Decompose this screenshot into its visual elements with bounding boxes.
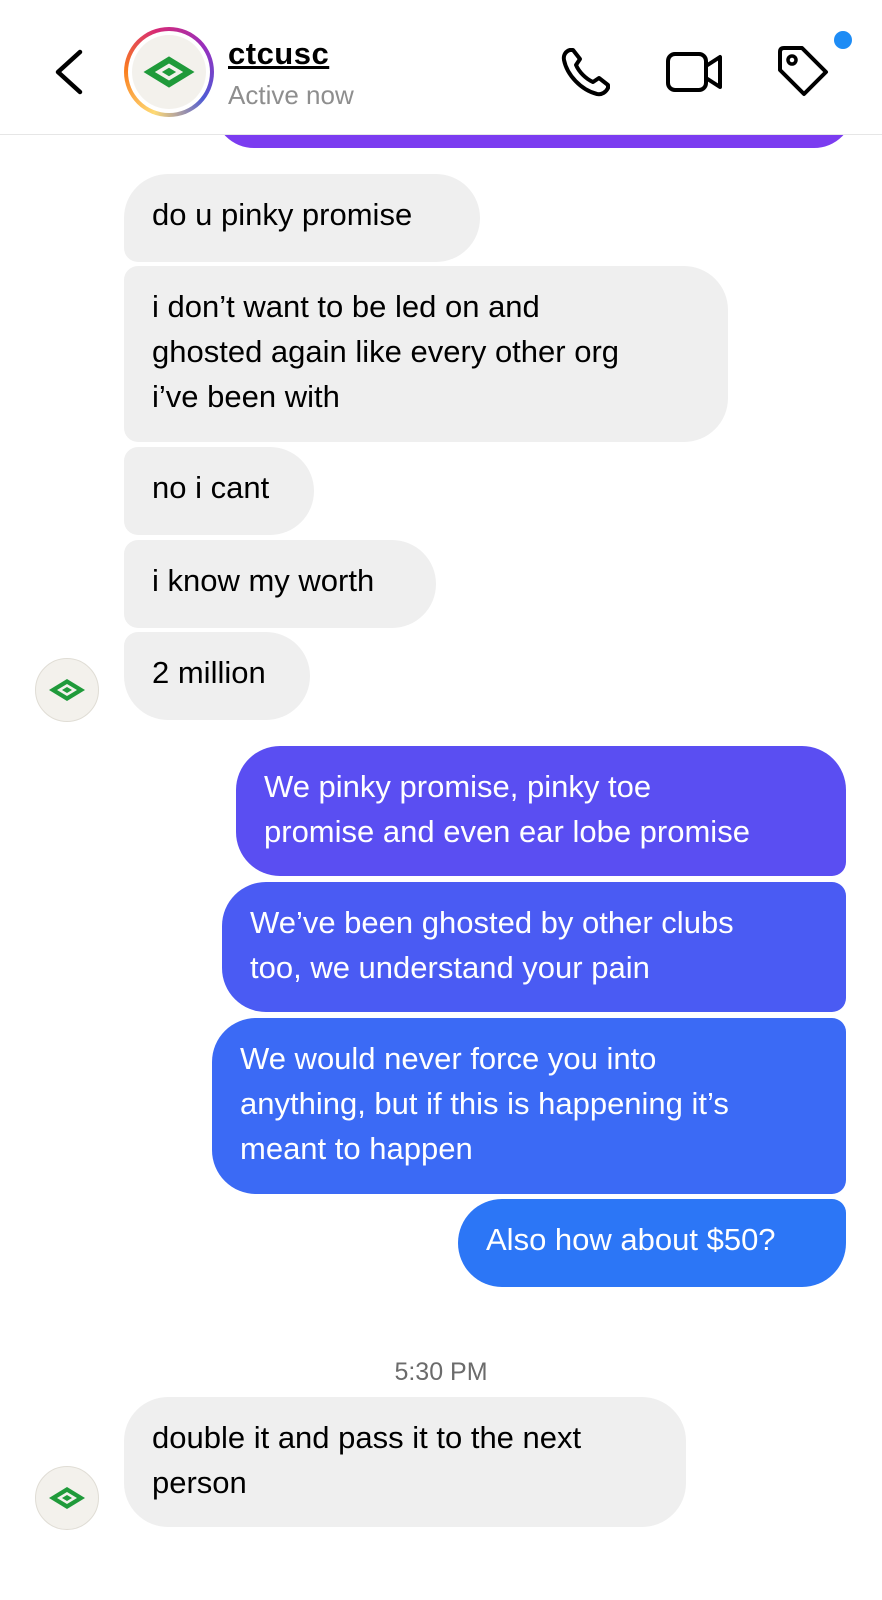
tag-icon xyxy=(778,46,828,96)
sender-avatar[interactable] xyxy=(35,1466,99,1530)
message-bubble-incoming[interactable]: i know my worth xyxy=(124,540,436,628)
message-bubble-outgoing[interactable]: We’ve been ghosted by other clubs too, w… xyxy=(222,882,846,1012)
active-status: Active now xyxy=(228,80,354,110)
message-bubble-incoming[interactable]: i don’t want to be led on and ghosted ag… xyxy=(124,266,728,442)
sender-avatar[interactable] xyxy=(35,658,99,722)
tag-button[interactable] xyxy=(772,42,832,102)
profile-avatar[interactable] xyxy=(124,27,214,117)
chat-thread: do u pinky promise i don’t want to be le… xyxy=(0,0,882,1600)
message-timestamp: 5:30 PM xyxy=(394,1358,488,1386)
message-bubble-outgoing[interactable]: We pinky promise, pinky toe promise and … xyxy=(236,746,846,876)
ctc-logo-icon xyxy=(49,679,85,701)
chevron-left-icon xyxy=(55,49,83,95)
video-camera-icon xyxy=(666,52,722,92)
phone-icon xyxy=(561,48,610,97)
chat-username[interactable]: ctcusc xyxy=(228,36,329,72)
back-button[interactable] xyxy=(50,42,90,102)
message-bubble-incoming[interactable]: do u pinky promise xyxy=(124,174,480,262)
ctc-logo-icon xyxy=(143,56,195,88)
call-button[interactable] xyxy=(556,42,616,102)
message-bubble-incoming[interactable]: double it and pass it to the next person xyxy=(124,1397,686,1527)
message-bubble-incoming[interactable]: 2 million xyxy=(124,632,310,720)
chat-header: ctcusc Active now xyxy=(0,0,882,135)
notification-dot xyxy=(834,31,852,49)
message-bubble-incoming[interactable]: no i cant xyxy=(124,447,314,535)
message-bubble-outgoing[interactable]: Also how about $50? xyxy=(458,1199,846,1287)
video-call-button[interactable] xyxy=(664,42,724,102)
message-bubble-outgoing[interactable]: We would never force you into anything, … xyxy=(212,1018,846,1194)
ctc-logo-icon xyxy=(49,1487,85,1509)
